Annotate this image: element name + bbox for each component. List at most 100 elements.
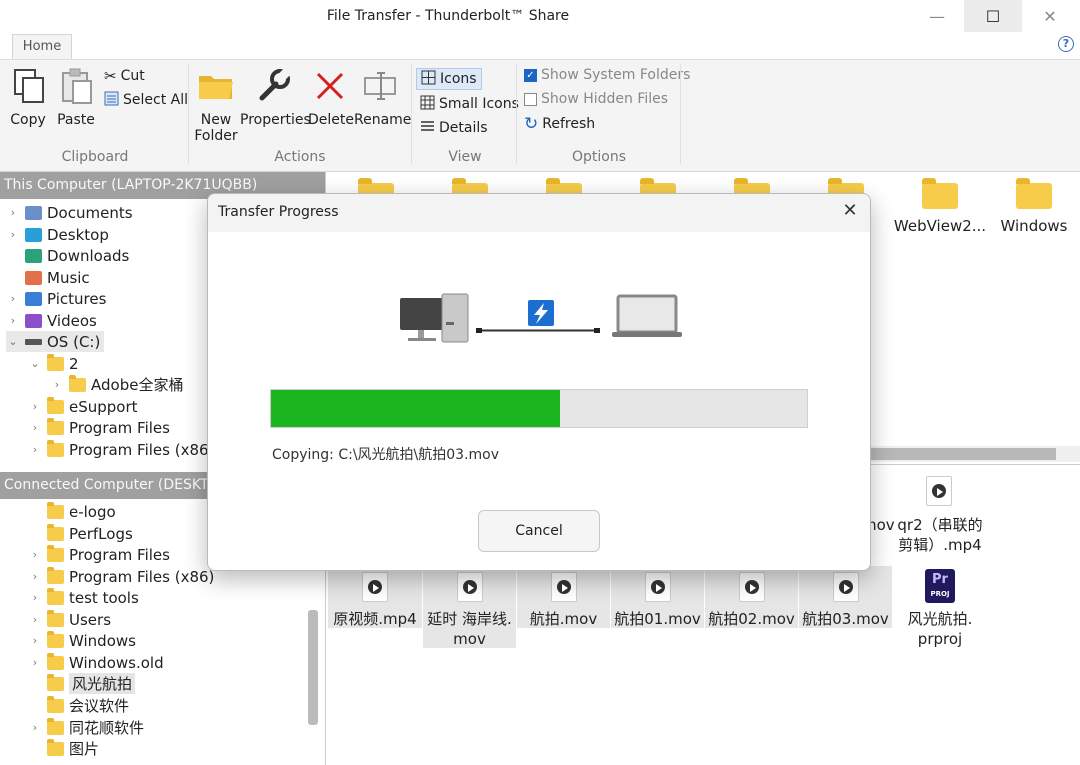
tree-label: 会议软件 bbox=[69, 697, 130, 715]
tree-item-desktop[interactable]: › Desktop bbox=[6, 224, 109, 245]
tree-item-tonghuashun[interactable]: › 同花顺软件 bbox=[28, 717, 144, 738]
grid-icon bbox=[421, 70, 436, 89]
tree-item-windows-old[interactable]: › Windows.old bbox=[28, 652, 164, 673]
view-small-icons-button[interactable]: Small Icons bbox=[420, 93, 519, 115]
show-hidden-files-label: Show Hidden Files bbox=[541, 91, 669, 107]
folder-icon[interactable] bbox=[922, 178, 958, 209]
paste-button[interactable]: Paste bbox=[54, 66, 98, 128]
folder-icon bbox=[47, 396, 64, 414]
select-all-button[interactable]: Select All bbox=[104, 89, 188, 111]
file-label-qr2[interactable]: qr2（串联的 剪辑）.mp4 bbox=[885, 515, 995, 555]
tree-label: Windows bbox=[69, 631, 136, 650]
horizontal-scrollbar-thumb[interactable] bbox=[870, 448, 1056, 460]
chevron-right-icon: › bbox=[32, 421, 38, 434]
tree-item-pictures-cn[interactable]: 图片 bbox=[28, 738, 99, 759]
folder-icon bbox=[47, 652, 64, 670]
tree-item-music[interactable]: Music bbox=[6, 267, 90, 288]
dialog-title: Transfer Progress bbox=[218, 204, 339, 220]
tree-item-adobe[interactable]: › Adobe全家桶 bbox=[50, 374, 183, 395]
desktop-icon bbox=[25, 227, 42, 242]
tree-item-e-logo[interactable]: e-logo bbox=[28, 501, 116, 522]
title-bar: File Transfer - Thunderbolt™ Share — ☐ ✕ bbox=[0, 0, 1080, 34]
show-system-folders-checkbox[interactable]: ✓ Show System Folders bbox=[524, 64, 690, 86]
checkbox-unchecked-icon bbox=[524, 92, 537, 106]
tree-label: Desktop bbox=[47, 225, 109, 244]
chevron-right-icon: › bbox=[32, 443, 38, 456]
tree-item-perflogs[interactable]: PerfLogs bbox=[28, 523, 133, 544]
tree-item-documents[interactable]: › Documents bbox=[6, 202, 133, 223]
tree-label: Videos bbox=[47, 311, 97, 330]
tree-item-2[interactable]: ⌄ 2 bbox=[28, 353, 79, 374]
tree-item-downloads[interactable]: Downloads bbox=[6, 245, 129, 266]
tree-item-windows[interactable]: › Windows bbox=[28, 630, 136, 651]
tree-label: 2 bbox=[69, 354, 79, 373]
chevron-right-icon: › bbox=[32, 721, 38, 734]
video-file-icon bbox=[551, 572, 577, 602]
tab-home[interactable]: Home bbox=[12, 34, 72, 60]
tree-item-meeting-software[interactable]: 会议软件 bbox=[28, 695, 129, 716]
maximize-button[interactable]: ☐ bbox=[964, 0, 1022, 32]
premiere-project-icon[interactable]: Pr PROJ bbox=[925, 569, 955, 603]
close-window-button[interactable]: ✕ bbox=[1021, 0, 1079, 32]
tree-item-videos[interactable]: › Videos bbox=[6, 310, 97, 331]
properties-label: Properties bbox=[240, 112, 311, 128]
cut-button[interactable]: ✂ Cut bbox=[104, 65, 145, 87]
video-file-icon bbox=[739, 572, 765, 602]
tree-item-test-tools[interactable]: › test tools bbox=[28, 587, 139, 608]
folder-label-windows[interactable]: Windows bbox=[990, 217, 1078, 235]
refresh-icon: ↻ bbox=[524, 114, 539, 134]
properties-button[interactable]: Properties bbox=[240, 66, 311, 128]
desktop-computer-icon bbox=[400, 293, 469, 343]
tree-label: 风光航拍 bbox=[69, 673, 136, 694]
vertical-scrollbar[interactable] bbox=[308, 610, 318, 725]
tree-label: test tools bbox=[69, 588, 139, 607]
refresh-button[interactable]: ↻ Refresh bbox=[524, 113, 595, 135]
tree-item-users[interactable]: › Users bbox=[28, 609, 111, 630]
tree-label: Music bbox=[47, 268, 90, 287]
file-label-line: 风光航拍. bbox=[907, 610, 973, 628]
video-file-icon bbox=[833, 572, 859, 602]
help-icon[interactable]: ? bbox=[1058, 36, 1074, 52]
copy-button[interactable]: Copy bbox=[6, 66, 50, 128]
cut-label: Cut bbox=[120, 68, 145, 84]
video-file-icon[interactable] bbox=[926, 476, 952, 506]
tree-label: Program Files (x86) bbox=[69, 440, 215, 459]
show-hidden-files-checkbox[interactable]: Show Hidden Files bbox=[524, 88, 668, 110]
tree-item-aerial[interactable]: 风光航拍 bbox=[28, 673, 136, 694]
clipboard-group-label: Clipboard bbox=[61, 149, 129, 165]
tree-item-program-files[interactable]: › Program Files bbox=[28, 417, 170, 438]
drive-icon bbox=[25, 338, 42, 345]
dialog-close-button[interactable]: ✕ bbox=[838, 200, 862, 221]
folder-icon bbox=[47, 673, 64, 691]
minimize-button[interactable]: — bbox=[908, 0, 966, 32]
cancel-button[interactable]: Cancel bbox=[478, 510, 600, 552]
folder-label-webview2[interactable]: WebView2... bbox=[890, 217, 990, 235]
file-label: mov bbox=[453, 630, 486, 648]
tree-item-program-files-x86[interactable]: › Program Files (x86) bbox=[28, 566, 214, 587]
tree-label: e-logo bbox=[69, 502, 116, 521]
rename-button[interactable]: Rename bbox=[354, 66, 412, 128]
folder-icon bbox=[47, 609, 64, 627]
tree-item-pictures[interactable]: › Pictures bbox=[6, 288, 107, 309]
dialog-title-bar: Transfer Progress ✕ bbox=[208, 194, 870, 232]
delete-button[interactable]: Delete bbox=[308, 66, 354, 128]
view-details-button[interactable]: Details bbox=[420, 117, 488, 139]
tree-item-program-files[interactable]: › Program Files bbox=[28, 544, 170, 565]
tree-item-esupport[interactable]: › eSupport bbox=[28, 396, 138, 417]
tree-label: Documents bbox=[47, 203, 133, 222]
folder-icon bbox=[47, 695, 64, 713]
view-icons-button[interactable]: Icons bbox=[416, 68, 482, 90]
new-folder-button[interactable]: New Folder bbox=[192, 66, 240, 144]
tree-item-program-files-x86[interactable]: › Program Files (x86) bbox=[28, 439, 214, 460]
tree-label: OS (C:) bbox=[47, 332, 101, 351]
video-file-icon bbox=[457, 572, 483, 602]
videos-icon bbox=[25, 313, 42, 328]
delete-label: Delete bbox=[308, 112, 354, 128]
documents-icon bbox=[25, 205, 42, 220]
file-label-prproj[interactable]: 风光航拍. prproj bbox=[893, 609, 987, 649]
options-group-label: Options bbox=[571, 149, 627, 165]
folder-icon[interactable] bbox=[1016, 178, 1052, 209]
view-small-icons-label: Small Icons bbox=[439, 96, 519, 112]
tree-item-os-c[interactable]: ⌄ OS (C:) bbox=[6, 331, 105, 352]
rename-label: Rename bbox=[354, 112, 412, 128]
